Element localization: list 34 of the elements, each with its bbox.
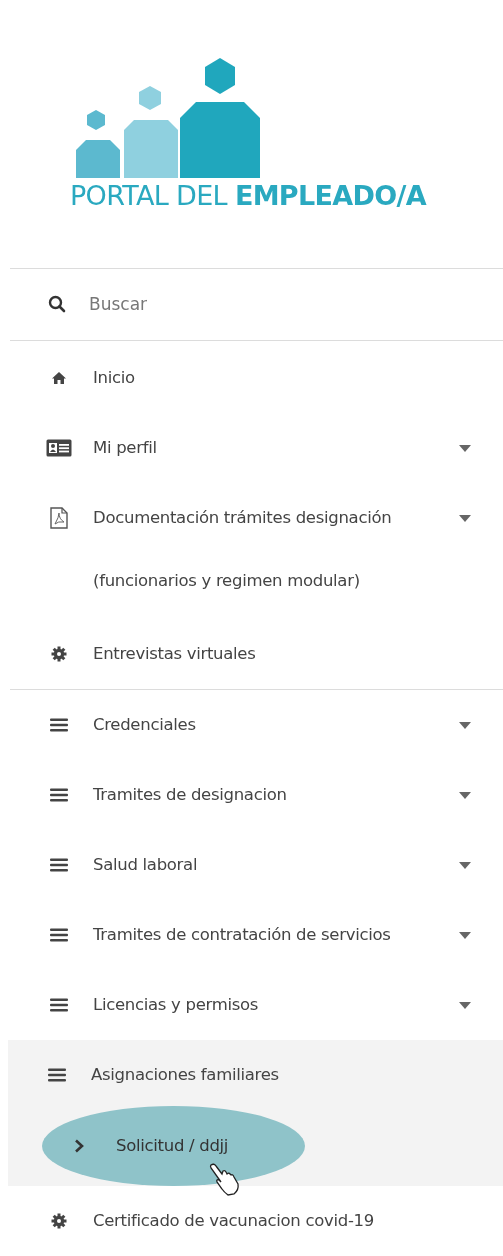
caret-icon[interactable] [459,791,471,799]
menu-icon [50,858,68,872]
menu-item[interactable]: Entrevistas virtuales [10,619,503,689]
search-icon [48,295,66,314]
caret-icon[interactable] [459,931,471,939]
search-field[interactable]: Buscar [89,291,449,318]
home-icon [51,371,67,385]
menu-item[interactable]: Tramites de contratación de servicios [10,900,503,970]
menu-item-label: (funcionarios y regimen modular) [93,570,361,592]
menu-icon [48,1068,66,1082]
menu-item-label: Documentación trámites designación [93,507,393,529]
menu-icon [50,998,68,1012]
menu-item[interactable]: Certificado de vacunacion covid-19 [10,1186,503,1256]
portal-logo-text: PORTAL DEL EMPLEADO/A [70,182,428,209]
caret-icon[interactable] [459,514,471,522]
gear-icon [51,646,67,662]
menu-icon [50,788,68,802]
menu-item[interactable]: Inicio [10,343,503,413]
caret-icon[interactable] [459,444,471,452]
pdf-file-icon [50,507,68,529]
id-card-icon [46,439,72,457]
gear-icon [51,1213,67,1229]
caret-icon[interactable] [459,1001,471,1009]
menu-item[interactable]: Credenciales [10,690,503,760]
caret-icon[interactable] [459,721,471,729]
menu-item[interactable]: Licencias y permisos [10,970,503,1040]
menu-item[interactable]: Salud laboral [10,830,503,900]
menu-icon [50,928,68,942]
menu-item[interactable]: Tramites de designacion [10,760,503,830]
menu-item[interactable]: Mi perfil [10,413,503,483]
menu-item[interactable]: Asignaciones familiares [8,1040,503,1108]
menu-icon [50,718,68,732]
chevron-right-icon [74,1138,84,1153]
caret-icon[interactable] [459,861,471,869]
